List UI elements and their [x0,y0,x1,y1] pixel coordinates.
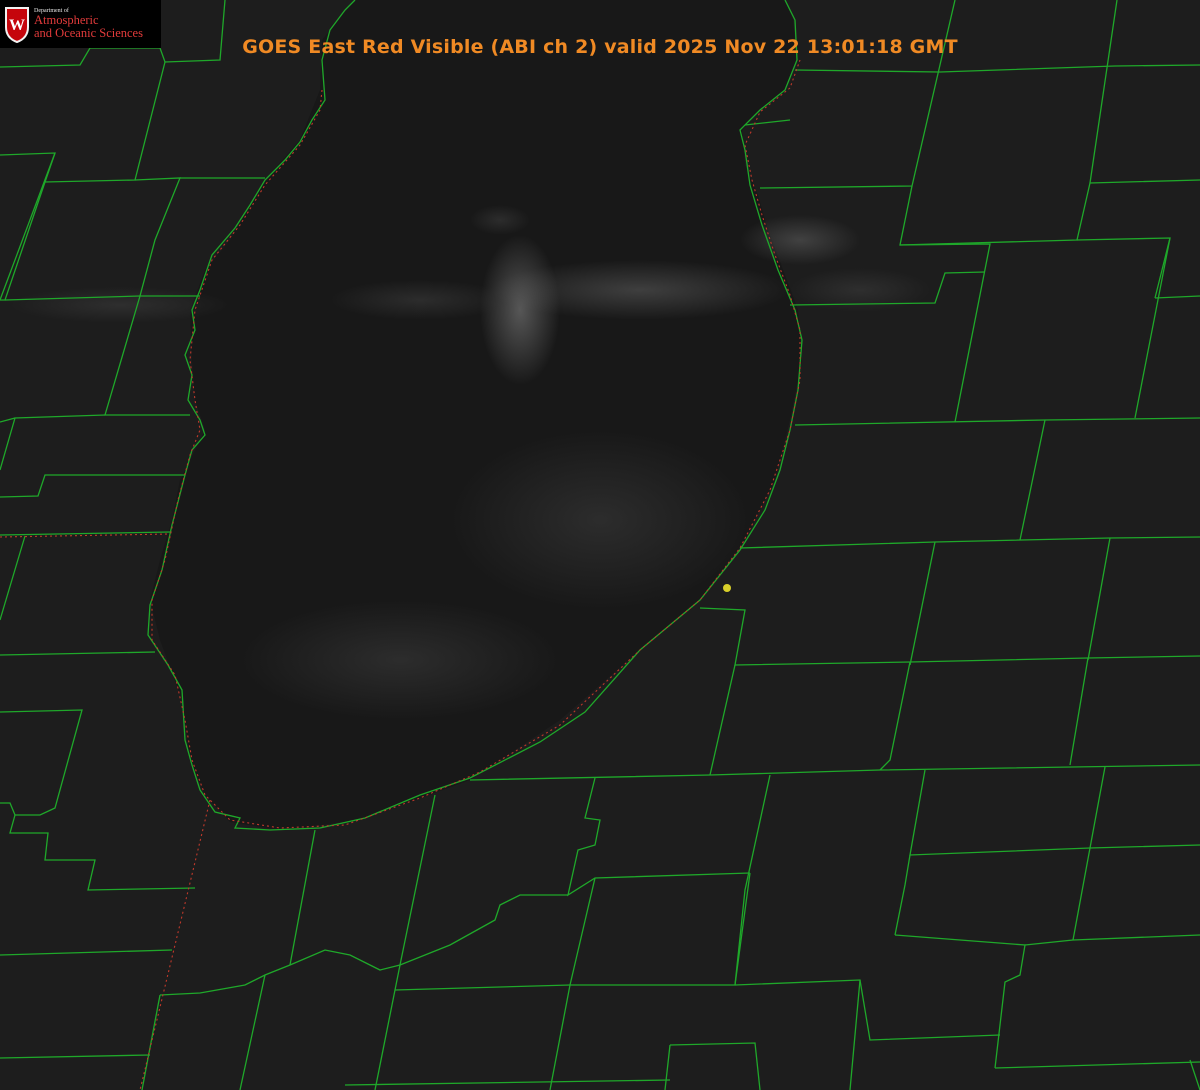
aos-logo[interactable]: W Department of Atmospheric and Oceanic … [0,0,161,48]
image-title: GOES East Red Visible (ABI ch 2) valid 2… [242,36,958,58]
satellite-map [0,0,1200,1090]
satellite-map-view: GOES East Red Visible (ABI ch 2) valid 2… [0,0,1200,1090]
university-crest-icon: W [5,7,29,43]
logo-text: Department of Atmospheric and Oceanic Sc… [34,8,143,41]
logo-line-2: and Oceanic Sciences [34,26,143,41]
station-marker[interactable] [723,584,731,592]
svg-text:W: W [9,17,25,34]
